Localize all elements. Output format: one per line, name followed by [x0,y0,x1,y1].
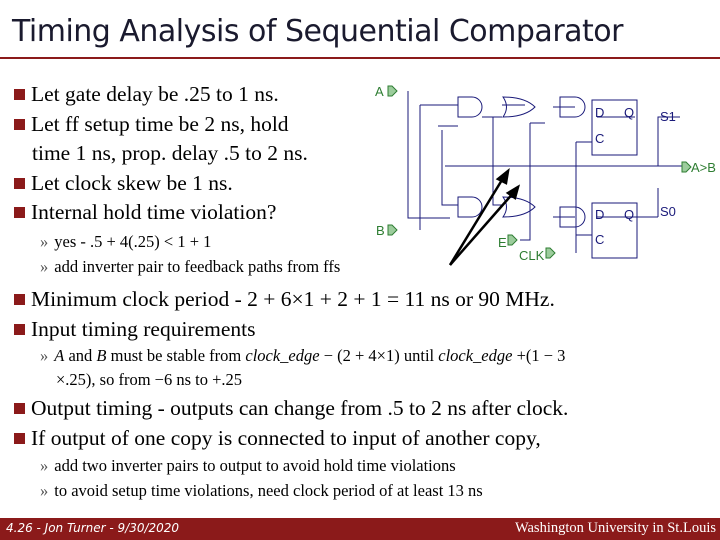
label-s0: S0 [660,204,676,219]
bullet: Output timing - outputs can change from … [14,396,568,421]
bullet-text: Internal hold time violation? [31,200,277,224]
bullet: Input timing requirements [14,317,256,342]
bullet-icon [14,178,25,189]
label-clk: CLK [519,248,545,263]
sub-bullet-text: yes - .5 + 4(.25) < 1 + 1 [54,232,212,251]
text: +(1 − 3 [512,346,566,365]
bullet: Internal hold time violation? [14,200,276,225]
bullet: Let gate delay be .25 to 1 ns. [14,82,279,107]
bullet-icon [14,207,25,218]
bullet-icon [14,89,25,100]
sub-bullet: » add inverter pair to feedback paths fro… [40,257,340,277]
bullet: Minimum clock period - 2 + 6×1 + 2 + 1 =… [14,287,555,312]
slide-title: Timing Analysis of Sequential Comparator [12,14,623,49]
sub-bullet-text: add inverter pair to feedback paths from… [54,257,341,276]
sub-bullet-text: to avoid setup time violations, need clo… [54,481,483,500]
bullet-icon [14,433,25,444]
arrow-icons [448,167,521,266]
ff-d-label: D [595,207,604,222]
title-rule [0,57,720,59]
text: must be stable from [106,346,246,365]
label-a: A [375,84,384,99]
sub-bullet: » A and B must be stable from clock_edge … [40,346,565,366]
bullet: Let clock skew be 1 ns. [14,171,233,196]
bullet-text: Let gate delay be .25 to 1 ns. [31,82,279,106]
label-a-gt-b: A>B [691,160,716,175]
label-s1: S1 [660,109,676,124]
ff-q-label: Q [624,207,634,222]
ff-c-label: C [595,232,604,247]
sub-bullet-marker: » [40,346,49,365]
bullet-text: Let ff setup time be 2 ns, hold [31,112,289,136]
bullet-text: Output timing - outputs can change from … [31,396,569,420]
sub-bullet-continuation: ×.25), so from −6 ns to +.25 [56,370,243,389]
text: and [64,346,97,365]
label-b: B [376,223,385,238]
footer-slide-info: 4.26 - Jon Turner - 9/30/2020 [6,521,180,535]
sub-bullet-marker: » [40,456,49,475]
bullet-continuation: time 1 ns, prop. delay .5 to 2 ns. [32,141,308,165]
footer-university: Washington University in St.Louis [514,520,716,536]
var-clock-edge: clock_edge [438,346,513,365]
ff-q-label: Q [624,105,634,120]
and-gate-icon [457,96,483,118]
sub-bullet: » add two inverter pairs to output to avo… [40,456,456,476]
label-e: E [498,235,507,250]
bullet-text: If output of one copy is connected to in… [31,426,541,450]
gates [457,96,638,259]
var-b: B [96,346,107,365]
bullet: If output of one copy is connected to in… [14,426,541,451]
wires [407,91,685,253]
bullet-icon [14,294,25,305]
bullet-text: Input timing requirements [31,317,256,341]
sub-bullet-text: add two inverter pairs to output to avoi… [54,456,456,475]
comparator-circuit-diagram: A B E CLK A>B D Q C S1 D Q C S0 [375,84,716,266]
ff-d-label: D [595,105,604,120]
bullet-text: Let clock skew be 1 ns. [31,171,233,195]
bullet-text: Minimum clock period - 2 + 6×1 + 2 + 1 =… [31,287,555,311]
port-icons [387,85,692,259]
footer-bar: 4.26 - Jon Turner - 9/30/2020 Washington… [0,518,720,540]
or-gate-icon [502,96,536,118]
ff-c-label: C [595,131,604,146]
var-a: A [54,346,65,365]
bullet-icon [14,324,25,335]
sub-bullet: » to avoid setup time violations, need cl… [40,481,483,501]
bullet-icon [14,403,25,414]
sub-bullet-marker: » [40,257,49,276]
and-gate-icon [457,196,483,218]
bullet: Let ff setup time be 2 ns, hold [14,112,289,137]
sub-bullet: » yes - .5 + 4(.25) < 1 + 1 [40,232,211,252]
text: − (2 + 4×1) until [319,346,439,365]
var-clock-edge: clock_edge [245,346,320,365]
sub-bullet-marker: » [40,232,49,251]
sub-bullet-marker: » [40,481,49,500]
bullet-icon [14,119,25,130]
